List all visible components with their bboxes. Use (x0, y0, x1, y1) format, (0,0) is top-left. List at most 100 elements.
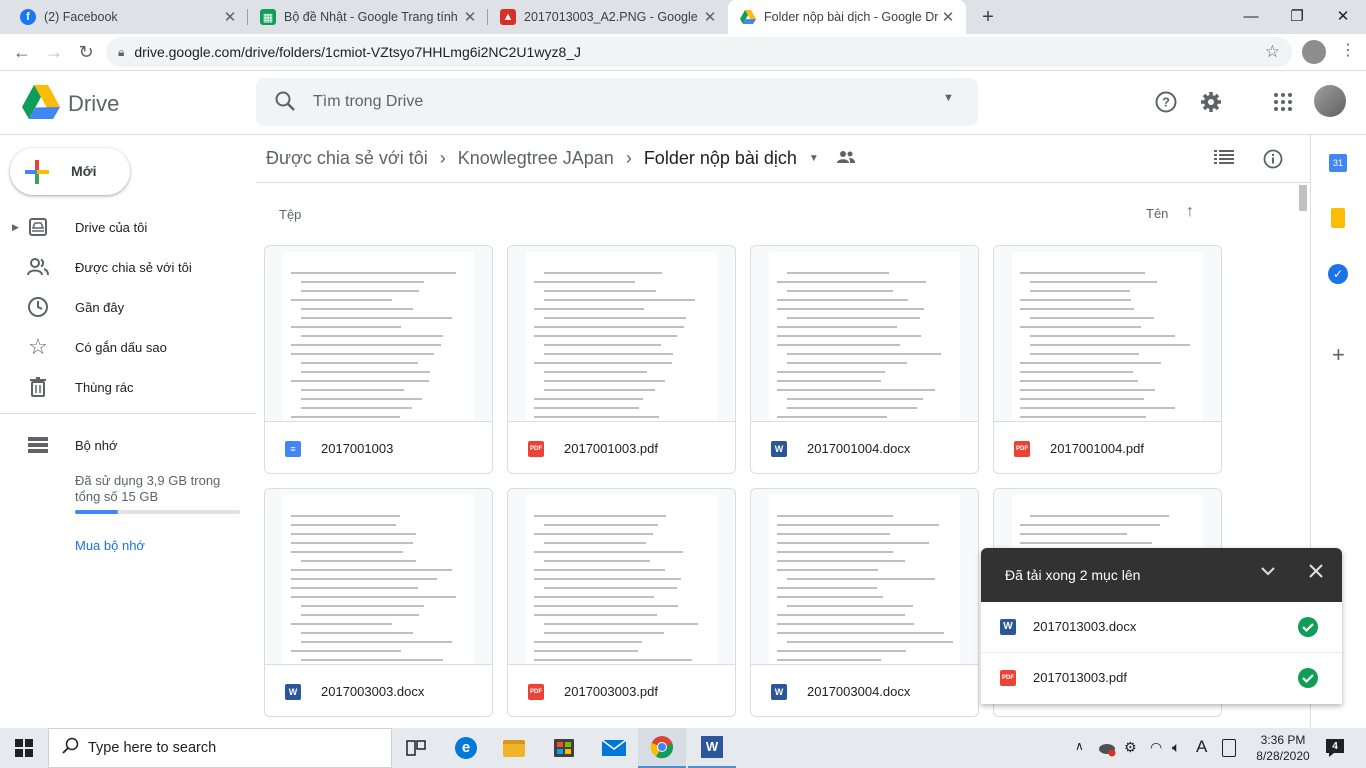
volume-icon[interactable]: 🔈︎ (1172, 739, 1180, 756)
profile-avatar[interactable] (1302, 40, 1326, 64)
sidebar-item-starred[interactable]: ☆ Có gắn dấu sao (0, 327, 256, 367)
sidebar-item-trash[interactable]: Thùng rác (0, 367, 256, 407)
drive-brand[interactable]: Drive (68, 91, 119, 117)
store-icon[interactable] (540, 728, 588, 768)
preview-text-line (1020, 371, 1133, 373)
preview-text-line (301, 335, 443, 337)
file-explorer-icon[interactable] (490, 728, 538, 768)
tray-chevron-up-icon[interactable]: ∧ (1075, 739, 1084, 753)
sidebar-item-shared[interactable]: Được chia sẻ với tôi (0, 247, 256, 287)
url-text[interactable]: drive.google.com/drive/folders/1cmiot-VZ… (134, 44, 581, 60)
tab-facebook[interactable]: f (2) Facebook ✕ (8, 0, 248, 34)
ime-indicator[interactable]: A (1196, 737, 1207, 757)
preview-text-line (534, 650, 638, 652)
sidebar-item-storage[interactable]: Bộ nhớ (0, 425, 256, 465)
help-icon[interactable]: ? (1146, 82, 1186, 122)
keyboard-icon[interactable] (1222, 739, 1236, 757)
preview-text-line (1030, 353, 1139, 355)
tab-label: Bộ đề Nhật - Google Trang tính (284, 10, 458, 24)
forward-button[interactable]: → (40, 38, 68, 66)
close-icon[interactable] (1308, 563, 1324, 582)
task-view-icon[interactable] (392, 728, 440, 768)
calendar-icon[interactable]: 31 (1329, 154, 1347, 172)
apps-grid-icon[interactable] (1263, 82, 1303, 122)
buy-storage-link[interactable]: Mua bộ nhớ (75, 538, 145, 553)
chevron-down-icon[interactable] (1260, 563, 1276, 582)
chrome-icon[interactable] (638, 728, 686, 768)
restore-button[interactable]: ❐ (1274, 0, 1320, 32)
folder-menu-icon[interactable]: ▼ (809, 153, 819, 164)
close-icon[interactable]: ✕ (220, 8, 240, 26)
preview-text-line (777, 560, 905, 562)
file-card[interactable]: W 2017003004.docx (750, 488, 979, 717)
file-card[interactable]: PDF 2017003003.pdf (507, 488, 736, 717)
close-icon[interactable]: ✕ (938, 8, 958, 26)
address-bar[interactable]: 🔒︎ drive.google.com/drive/folders/1cmiot… (106, 37, 1292, 67)
file-card[interactable]: PDF 2017001004.pdf (993, 245, 1222, 474)
network-icon[interactable]: ⚙︎ (1124, 739, 1137, 756)
reload-button[interactable]: ↻ (72, 38, 100, 66)
file-card[interactable]: ≡ 2017001003 (264, 245, 493, 474)
sort-label[interactable]: Tên (1146, 206, 1168, 221)
check-circle-icon (1297, 667, 1319, 692)
tab-image[interactable]: ▲ 2017013003_A2.PNG - Google Dr ✕ (488, 0, 728, 34)
account-avatar[interactable] (1314, 85, 1346, 117)
windows-start-icon[interactable] (0, 728, 48, 768)
file-card[interactable]: PDF 2017001003.pdf (507, 245, 736, 474)
close-icon[interactable]: ✕ (700, 8, 720, 26)
breadcrumb-item[interactable]: Knowlegtree JApan (448, 148, 624, 169)
file-thumbnail[interactable] (265, 489, 492, 665)
sidebar-item-my-drive[interactable]: ▶ Drive của tôi (0, 207, 256, 247)
keep-icon[interactable] (1331, 208, 1345, 228)
star-icon[interactable]: ☆ (1265, 42, 1280, 62)
edge-icon[interactable]: e (442, 728, 490, 768)
tab-sheets[interactable]: ▦ Bộ đề Nhật - Google Trang tính ✕ (248, 0, 488, 34)
tab-drive-folder[interactable]: Folder nộp bài dịch - Google Driv ✕ (728, 0, 966, 34)
search-input[interactable]: Tìm trong Drive ▼ (256, 78, 978, 126)
word-icon[interactable]: W (688, 728, 736, 768)
file-card[interactable]: W 2017001004.docx (750, 245, 979, 474)
add-addon-icon[interactable]: + (1332, 344, 1346, 366)
clock[interactable]: 3:36 PM 8/28/2020 (1252, 732, 1314, 764)
breadcrumb-item[interactable]: Được chia sẻ với tôi (256, 148, 438, 169)
wifi-icon[interactable]: ◠ (1150, 739, 1162, 756)
onedrive-icon[interactable] (1098, 739, 1116, 757)
list-view-icon[interactable] (1214, 149, 1234, 170)
info-icon[interactable] (1263, 149, 1283, 174)
upload-item[interactable]: PDF 2017013003.pdf (981, 653, 1342, 704)
expand-arrow-icon[interactable]: ▶ (12, 222, 19, 233)
notification-center-icon[interactable]: 4 (1324, 737, 1346, 759)
file-thumbnail[interactable] (994, 246, 1221, 422)
search-options-icon[interactable]: ▼ (943, 92, 954, 104)
preview-text-line (787, 272, 889, 274)
preview-text-line (777, 281, 926, 283)
file-thumbnail[interactable] (751, 489, 978, 665)
minimize-button[interactable]: — (1228, 0, 1274, 32)
menu-icon[interactable]: ⋮ (1338, 40, 1358, 64)
window-close-button[interactable]: ✕ (1320, 0, 1366, 32)
file-thumbnail[interactable] (508, 246, 735, 422)
scrollbar-thumb[interactable] (1299, 185, 1307, 211)
search-icon[interactable] (274, 90, 296, 117)
file-card[interactable]: W 2017003003.docx (264, 488, 493, 717)
upload-item[interactable]: W 2017013003.docx (981, 602, 1342, 653)
search-icon (62, 737, 80, 759)
back-button[interactable]: ← (8, 38, 36, 66)
close-icon[interactable]: ✕ (460, 8, 480, 26)
new-button[interactable]: Mới (10, 148, 130, 195)
drive-logo-icon[interactable] (22, 85, 60, 124)
breadcrumb-current[interactable]: Folder nộp bài dịch (634, 148, 807, 169)
mail-icon[interactable] (590, 728, 638, 768)
file-thumbnail[interactable] (751, 246, 978, 422)
settings-icon[interactable] (1191, 82, 1231, 122)
preview-text-line (534, 407, 639, 409)
file-thumbnail[interactable] (508, 489, 735, 665)
sidebar-item-recent[interactable]: Gần đây (0, 287, 256, 327)
new-tab-button[interactable]: + (976, 5, 1000, 29)
file-thumbnail[interactable] (265, 246, 492, 422)
sort-arrow-up-icon[interactable]: ↑ (1186, 203, 1194, 221)
tasks-icon[interactable]: ✓ (1328, 264, 1348, 284)
preview-text-line (1030, 335, 1175, 337)
taskbar-search-input[interactable]: Type here to search (48, 728, 392, 768)
preview-text-line (301, 362, 418, 364)
